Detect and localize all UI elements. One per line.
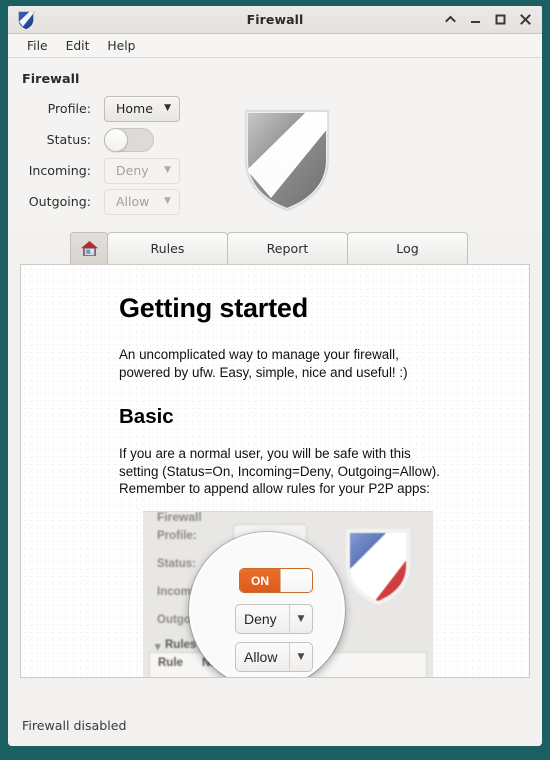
profile-label: Profile: [47,101,91,116]
window-frame: Firewall File Edit Help Firewall Profile… [0,0,550,760]
status-bar: Firewall disabled [8,704,542,746]
tab-log[interactable]: Log [347,232,468,264]
shade-button[interactable] [444,13,457,26]
intro-paragraph: An uncomplicated way to manage your fire… [119,347,408,380]
toggle-knob [104,127,128,152]
lens-incoming-dropdown[interactable]: Deny ▼ [235,604,313,634]
close-button[interactable] [519,13,532,26]
chevron-down-icon: ▼ [164,165,171,175]
status-message: Firewall disabled [22,718,127,733]
tab-report[interactable]: Report [227,232,348,264]
shield-icon-color [345,528,411,606]
lens-outgoing-value: Allow [244,649,278,665]
status-label: Status: [46,132,91,147]
chevron-down-icon: ▼ [164,196,171,206]
lens-incoming-value: Deny [244,611,277,627]
content-area: Getting started An uncomplicated way to … [20,264,530,678]
menu-item-help[interactable]: Help [98,37,144,55]
maximize-button[interactable] [494,13,507,26]
tab-bar: Rules Report Log [8,230,542,264]
menu-bar: File Edit Help [8,34,542,58]
lens-content: ON Deny ▼ Allow ▼ [191,534,343,677]
settings-section-title: Firewall [22,72,80,87]
illu-section-label: Firewall [157,511,202,524]
incoming-dropdown[interactable]: Deny ▼ [104,157,180,184]
profile-value: Home [116,101,153,116]
shield-icon-grey [240,106,334,214]
menu-item-file[interactable]: File [18,37,57,55]
minimize-button[interactable] [469,13,482,26]
tab-rules[interactable]: Rules [107,232,228,264]
lens-toggle-knob [280,569,312,592]
chevron-down-icon: ▼ [297,614,305,624]
illu-col-rule: Rule [158,657,183,669]
basic-heading: Basic [119,405,174,428]
outgoing-dropdown[interactable]: Allow ▼ [104,188,180,215]
shield-icon [16,9,36,31]
outgoing-label: Outgoing: [28,194,91,209]
title-bar[interactable]: Firewall [8,6,542,34]
status-toggle[interactable] [104,127,154,152]
window-body: Firewall File Edit Help Firewall Profile… [8,6,542,746]
home-icon [80,239,99,258]
lens-outgoing-dropdown[interactable]: Allow ▼ [235,642,313,672]
window-controls [444,13,536,26]
settings-illustration: Firewall Profile: Status: Incoming: Outg… [143,511,433,677]
tab-home[interactable] [70,232,108,264]
page-title: Getting started [119,293,309,323]
chevron-down-icon: ▼ [297,652,305,662]
chevron-down-icon: ▼ [164,103,171,113]
profile-dropdown[interactable]: Home ▼ [104,95,180,122]
magnifier-lens: ON Deny ▼ Allow ▼ [189,532,345,677]
incoming-label: Incoming: [28,163,91,178]
lens-status-toggle[interactable]: ON [239,568,313,593]
basic-paragraph: If you are a normal user, you will be sa… [119,446,440,496]
getting-started-document: Getting started An uncomplicated way to … [21,265,529,498]
menu-item-edit[interactable]: Edit [57,37,99,55]
lens-toggle-on-label: ON [240,569,280,592]
settings-panel: Firewall Profile: Home ▼ Status: Incomin… [8,58,542,230]
incoming-value: Deny [116,163,149,178]
outgoing-value: Allow [116,194,150,209]
